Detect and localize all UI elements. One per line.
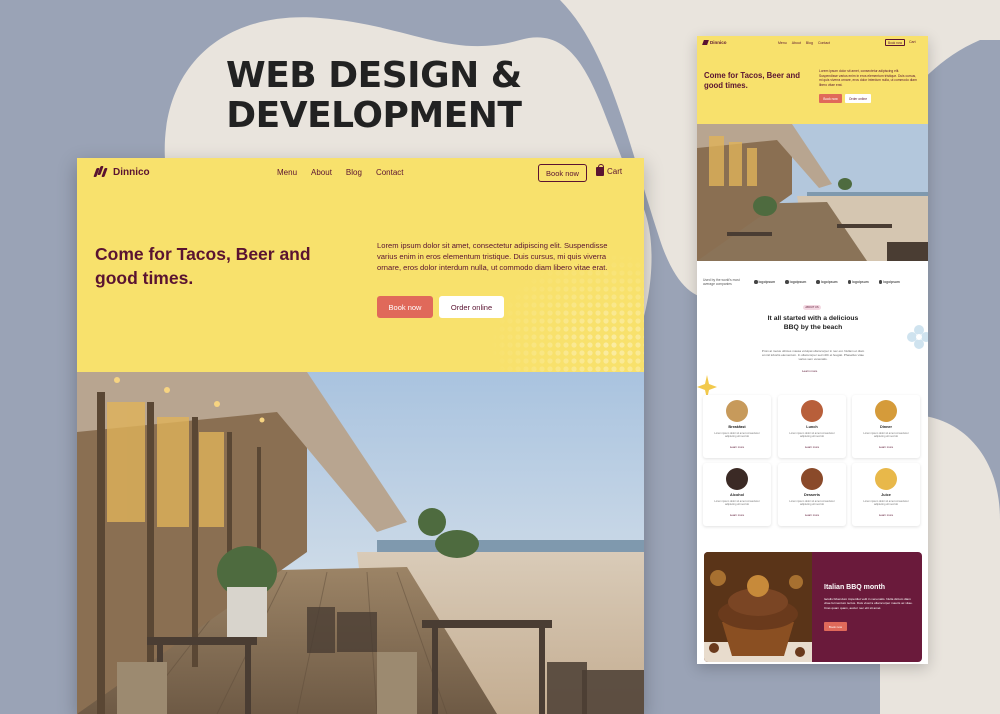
nav-book-now-button[interactable]: Book now: [538, 164, 587, 182]
nav-link-contact[interactable]: Contact: [376, 168, 404, 177]
mobile-beach-terrace-photo: [697, 124, 928, 261]
promo-banner: Italian BBQ month Iaculis bibendum imper…: [704, 552, 922, 662]
flower-decoration-icon: [907, 325, 928, 349]
card-learn-more-link[interactable]: Learn more: [778, 445, 846, 449]
beach-terrace-photo: [77, 372, 644, 714]
mobile-nav-book-now-button[interactable]: Book now: [885, 39, 905, 46]
card-learn-more-link[interactable]: Learn more: [852, 513, 920, 517]
mobile-hero-title: Come for Tacos, Beer and good times.: [704, 71, 801, 90]
full-page-website-mockup: Dinnico Menu About Blog Contact Book now…: [697, 36, 928, 664]
card-title: Juice: [881, 493, 891, 497]
card-learn-more-link[interactable]: Learn more: [703, 445, 771, 449]
brand-logo[interactable]: Dinnico: [93, 166, 150, 178]
mobile-top-navigation: Dinnico Menu About Blog Contact Book now…: [697, 36, 928, 50]
category-card-dinner[interactable]: Dinner Lorem ipsum dolor sit amet consec…: [852, 395, 920, 458]
mobile-brand-logo[interactable]: Dinnico: [702, 40, 727, 45]
promo-book-now-button[interactable]: Book now: [824, 622, 847, 631]
partner-logo: logoipsum: [754, 280, 775, 284]
card-title: Desserts: [803, 493, 821, 497]
mobile-hero-book-now-button[interactable]: Book now: [819, 94, 842, 103]
card-title: Dinner: [879, 425, 893, 429]
alcohol-drink-icon: [726, 468, 748, 490]
dessert-food-icon: [801, 468, 823, 490]
page-headline: WEB DESIGN & DEVELOPMENT: [226, 56, 522, 136]
shopping-bag-icon: [596, 164, 604, 176]
headline-line-2: DEVELOPMENT: [226, 95, 522, 136]
mobile-nav-link-contact[interactable]: Contact: [818, 41, 830, 45]
hero-order-online-button[interactable]: Order online: [439, 296, 504, 318]
mobile-cart-link[interactable]: Cart: [909, 40, 916, 44]
mobile-nav-link-blog[interactable]: Blog: [806, 41, 813, 45]
top-navigation: Dinnico Menu About Blog Contact Book now…: [77, 158, 644, 188]
card-title: Breakfast: [728, 425, 746, 429]
logos-caption: Used by the world's most average compani…: [703, 277, 740, 286]
partner-logo: logoipsum: [847, 280, 869, 284]
card-description: Lorem ipsum dolor sit amet consectetur a…: [714, 500, 760, 507]
headline-line-1: WEB DESIGN &: [226, 55, 522, 96]
card-description: Lorem ipsum dolor sit amet consectetur a…: [863, 500, 909, 507]
card-description: Lorem ipsum dolor sit amet consectetur a…: [863, 432, 909, 439]
partner-logo: logoipsum: [785, 280, 806, 284]
mobile-nav-link-about[interactable]: About: [792, 41, 801, 45]
promo-title: Italian BBQ month: [824, 584, 886, 591]
mobile-nav-links: Menu About Blog Contact: [778, 41, 830, 45]
hero-section: Dinnico Menu About Blog Contact Book now…: [77, 158, 644, 372]
brand-name: Dinnico: [113, 166, 150, 178]
card-learn-more-link[interactable]: Learn more: [852, 445, 920, 449]
card-description: Lorem ipsum dolor sit amet consectetur a…: [714, 432, 760, 439]
nav-link-menu[interactable]: Menu: [277, 168, 297, 177]
halftone-dots-decoration: [482, 253, 644, 372]
breakfast-food-icon: [726, 400, 748, 422]
logo-icon: [93, 166, 108, 178]
category-card-desserts[interactable]: Desserts Lorem ipsum dolor sit amet cons…: [778, 463, 846, 526]
card-title: Alcohol: [730, 493, 744, 497]
card-description: Lorem ipsum dolor sit amet consectetur a…: [789, 500, 835, 507]
partner-logo: logoipsum: [816, 280, 838, 284]
category-card-breakfast[interactable]: Breakfast Lorem ipsum dolor sit amet con…: [703, 395, 771, 458]
trusted-by-logos-strip: Used by the world's most average compani…: [697, 261, 928, 303]
cart-link[interactable]: Cart: [596, 164, 623, 176]
card-learn-more-link[interactable]: Learn more: [703, 513, 771, 517]
juice-drink-icon: [875, 468, 897, 490]
nav-links: Menu About Blog Contact: [277, 168, 404, 177]
hero-book-now-button[interactable]: Book now: [377, 296, 433, 318]
nav-link-blog[interactable]: Blog: [346, 168, 362, 177]
mobile-brand-name: Dinnico: [710, 40, 727, 45]
partner-logos: logoipsum logoipsum logoipsum logoipsum …: [754, 280, 900, 284]
partner-logo: logoipsum: [878, 280, 900, 284]
hero-title: Come for Tacos, Beer and good times.: [95, 244, 311, 288]
mobile-logo-icon: [702, 40, 709, 45]
about-learn-more-link[interactable]: Learn more: [802, 369, 817, 373]
lunch-food-icon: [801, 400, 823, 422]
promo-description: Iaculis bibendum imperdiet velit in vene…: [824, 597, 913, 610]
mobile-nav-link-menu[interactable]: Menu: [778, 41, 787, 45]
category-card-alcohol[interactable]: Alcohol Lorem ipsum dolor sit amet conse…: [703, 463, 771, 526]
about-story-section: ABOUT US It all started with a delicious…: [697, 303, 928, 399]
cart-label: Cart: [607, 167, 623, 176]
mobile-hero-description: Lorem ipsum dolor sit amet, consectetur …: [819, 69, 917, 87]
cupcake-photo: [704, 552, 812, 662]
about-tag-badge: ABOUT US: [803, 305, 821, 310]
mobile-hero-order-online-button[interactable]: Order online: [845, 94, 871, 103]
dinner-food-icon: [875, 400, 897, 422]
about-title: It all started with a delicious BBQ by t…: [767, 315, 859, 331]
mobile-hero-section: Dinnico Menu About Blog Contact Book now…: [697, 36, 928, 124]
card-title: Lunch: [806, 425, 818, 429]
about-description: Proin at metus ultrices massa volutpat u…: [761, 349, 865, 361]
nav-link-about[interactable]: About: [311, 168, 332, 177]
category-card-juice[interactable]: Juice Lorem ipsum dolor sit amet consect…: [852, 463, 920, 526]
card-learn-more-link[interactable]: Learn more: [778, 513, 846, 517]
card-description: Lorem ipsum dolor sit amet consectetur a…: [789, 432, 835, 439]
desktop-website-mockup: Dinnico Menu About Blog Contact Book now…: [77, 158, 644, 714]
category-card-lunch[interactable]: Lunch Lorem ipsum dolor sit amet consect…: [778, 395, 846, 458]
